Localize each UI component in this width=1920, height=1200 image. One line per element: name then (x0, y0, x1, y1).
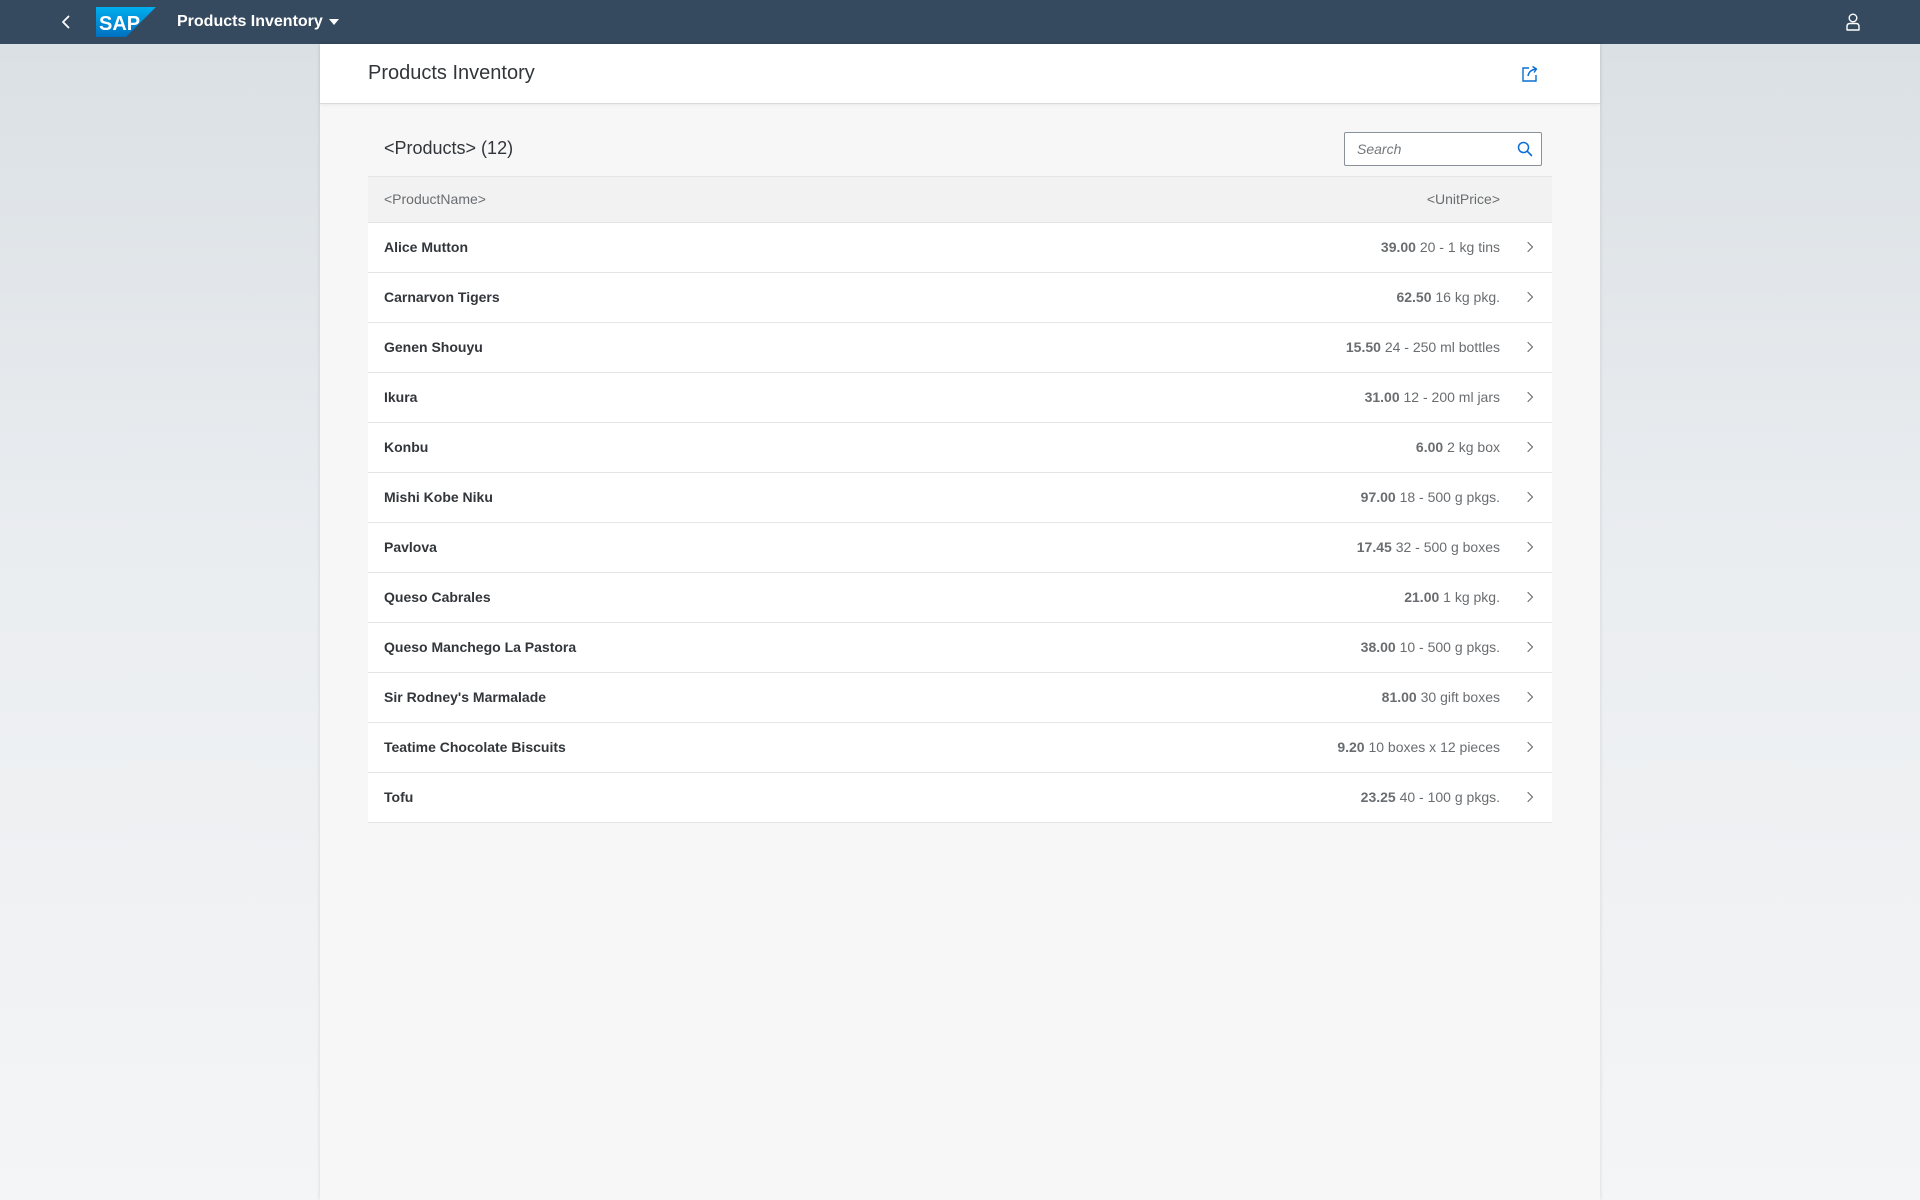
chevron-right-icon (1527, 741, 1534, 753)
shell-bar: SAP Products Inventory (0, 0, 1920, 44)
quantity-per-unit: 32 - 500 g boxes (1395, 539, 1500, 555)
products-table: <Products> (12) <ProductName> <UnitPrice… (368, 120, 1552, 823)
product-name: Ikura (384, 389, 418, 405)
caret-down-icon (328, 19, 339, 25)
unit-price: 62.50 (1396, 289, 1432, 305)
table-body: Alice Mutton 39.00 20 - 1 kg tins Carnarvo… (368, 223, 1552, 823)
chevron-right-icon (1527, 241, 1534, 253)
unit-price-cell: 97.00 18 - 500 g pkgs. (1361, 473, 1500, 521)
chevron-right-icon (1527, 391, 1534, 403)
unit-price-cell: 6.00 2 kg box (1416, 423, 1500, 471)
unit-price-cell: 31.00 12 - 200 ml jars (1365, 373, 1500, 421)
search-field[interactable] (1344, 132, 1542, 166)
chevron-right-icon (1527, 541, 1534, 553)
unit-price: 38.00 (1360, 639, 1396, 655)
table-row[interactable]: Mishi Kobe Niku 97.00 18 - 500 g pkgs. (368, 473, 1552, 523)
unit-price: 81.00 (1381, 689, 1417, 705)
table-row[interactable]: Queso Cabrales 21.00 1 kg pkg. (368, 573, 1552, 623)
table-row[interactable]: Queso Manchego La Pastora 38.00 10 - 500 … (368, 623, 1552, 673)
unit-price-cell: 23.25 40 - 100 g pkgs. (1361, 773, 1500, 821)
chevron-right-icon (1527, 491, 1534, 503)
product-name: Genen Shouyu (384, 339, 483, 355)
table-row[interactable]: Carnarvon Tigers 62.50 16 kg pkg. (368, 273, 1552, 323)
page: Products Inventory <Products> (12) <Prod… (320, 44, 1600, 1200)
column-header-row: <ProductName> <UnitPrice> (368, 176, 1552, 223)
product-name: Queso Cabrales (384, 589, 491, 605)
quantity-per-unit: 12 - 200 ml jars (1403, 389, 1500, 405)
table-title: <Products> (12) (384, 138, 514, 158)
product-name: Alice Mutton (384, 239, 468, 255)
table-row[interactable]: Tofu 23.25 40 - 100 g pkgs. (368, 773, 1552, 823)
chevron-right-icon (1527, 641, 1534, 653)
product-name: Teatime Chocolate Biscuits (384, 739, 566, 755)
product-name: Queso Manchego La Pastora (384, 639, 577, 655)
app-title: Products Inventory (177, 13, 323, 30)
product-name: Tofu (384, 789, 414, 805)
unit-price-cell: 21.00 1 kg pkg. (1404, 573, 1500, 621)
product-name: Sir Rodney's Marmalade (384, 689, 547, 705)
unit-price-cell: 62.50 16 kg pkg. (1396, 273, 1500, 321)
quantity-per-unit: 24 - 250 ml bottles (1384, 339, 1500, 355)
unit-price: 21.00 (1404, 589, 1440, 605)
quantity-per-unit: 40 - 100 g pkgs. (1399, 789, 1500, 805)
unit-price: 17.45 (1356, 539, 1392, 555)
unit-price: 6.00 (1415, 439, 1444, 455)
table-row[interactable]: Sir Rodney's Marmalade 81.00 30 gift boxe… (368, 673, 1552, 723)
unit-price-cell: 17.45 32 - 500 g boxes (1357, 523, 1500, 571)
share-button[interactable] (1516, 60, 1544, 88)
app-title-menu[interactable]: Products Inventory (177, 0, 339, 44)
unit-price-cell: 9.20 10 boxes x 12 pieces (1337, 723, 1500, 771)
chevron-right-icon (1527, 791, 1534, 803)
table-row[interactable]: Alice Mutton 39.00 20 - 1 kg tins (368, 223, 1552, 273)
table-row[interactable]: Genen Shouyu 15.50 24 - 250 ml bottles (368, 323, 1552, 373)
unit-price: 23.25 (1360, 789, 1396, 805)
page-title: Products Inventory (368, 62, 535, 84)
chevron-right-icon (1527, 291, 1534, 303)
quantity-per-unit: 2 kg box (1447, 439, 1500, 455)
product-name: Konbu (384, 439, 429, 455)
quantity-per-unit: 1 kg pkg. (1443, 589, 1500, 605)
product-name: Mishi Kobe Niku (384, 489, 493, 505)
back-chevron-icon (62, 15, 70, 29)
quantity-per-unit: 10 boxes x 12 pieces (1368, 739, 1500, 755)
page-header: Products Inventory (320, 44, 1600, 104)
back-button[interactable] (50, 6, 82, 38)
unit-price-cell: 15.50 24 - 250 ml bottles (1346, 323, 1500, 371)
quantity-per-unit: 20 - 1 kg tins (1419, 239, 1500, 255)
quantity-per-unit: 10 - 500 g pkgs. (1399, 639, 1500, 655)
table-row[interactable]: Konbu 6.00 2 kg box (368, 423, 1552, 473)
unit-price: 39.00 (1380, 239, 1416, 255)
table-row[interactable]: Ikura 31.00 12 - 200 ml jars (368, 373, 1552, 423)
chevron-right-icon (1527, 691, 1534, 703)
user-button[interactable] (1837, 6, 1869, 38)
share-icon (1522, 65, 1538, 82)
search-icon[interactable] (1517, 141, 1533, 157)
column-header-unitprice: <UnitPrice> (1426, 191, 1500, 207)
unit-price: 31.00 (1364, 389, 1400, 405)
column-header-productname: <ProductName> (384, 191, 486, 207)
chevron-right-icon (1527, 591, 1534, 603)
quantity-per-unit: 16 kg pkg. (1435, 289, 1500, 305)
chevron-right-icon (1527, 341, 1534, 353)
sap-logo[interactable]: SAP (96, 7, 156, 37)
table-row[interactable]: Pavlova 17.45 32 - 500 g boxes (368, 523, 1552, 573)
quantity-per-unit: 18 - 500 g pkgs. (1399, 489, 1500, 505)
unit-price: 15.50 (1345, 339, 1381, 355)
chevron-right-icon (1527, 441, 1534, 453)
product-name: Carnarvon Tigers (384, 289, 500, 305)
unit-price: 9.20 (1337, 739, 1365, 755)
unit-price-cell: 81.00 30 gift boxes (1382, 673, 1500, 721)
unit-price: 97.00 (1360, 489, 1396, 505)
table-toolbar: <Products> (12) (368, 120, 1552, 176)
quantity-per-unit: 30 gift boxes (1420, 689, 1500, 705)
user-icon (1846, 13, 1860, 31)
unit-price-cell: 39.00 20 - 1 kg tins (1381, 223, 1500, 271)
search-input[interactable] (1345, 133, 1517, 165)
product-name: Pavlova (384, 539, 437, 555)
sap-logo-text: SAP (99, 13, 140, 35)
table-row[interactable]: Teatime Chocolate Biscuits 9.20 10 boxes … (368, 723, 1552, 773)
unit-price-cell: 38.00 10 - 500 g pkgs. (1361, 623, 1500, 671)
